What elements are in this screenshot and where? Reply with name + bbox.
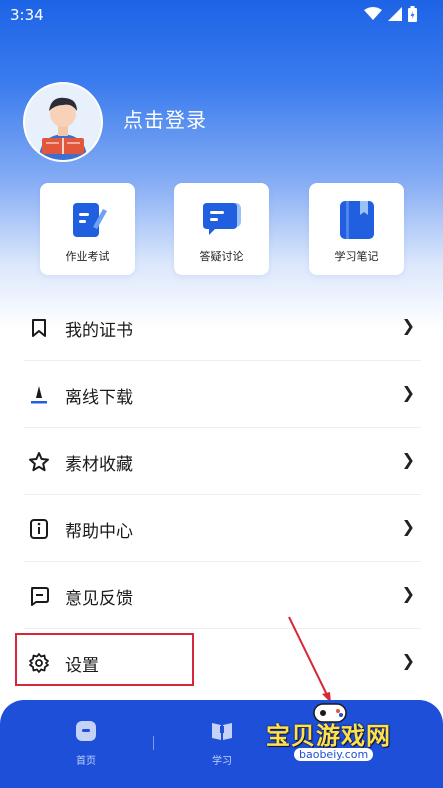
- header-background: [0, 0, 443, 330]
- quick-action-label: 答疑讨论: [199, 250, 244, 263]
- qa-discussion-icon: [199, 197, 245, 243]
- quick-action-homework-exam[interactable]: 作业考试: [40, 183, 135, 275]
- nav-divider: [153, 736, 154, 750]
- status-icons: [364, 6, 417, 26]
- status-bar: 3:34: [0, 0, 443, 30]
- settings-highlight-box: [15, 633, 194, 686]
- nav-label: 学习: [212, 756, 232, 767]
- homework-exam-icon: [65, 197, 111, 243]
- wifi-icon: [364, 7, 382, 25]
- nav-label: 首页: [76, 756, 96, 767]
- book-icon: [209, 718, 235, 744]
- bookmark-icon: [28, 317, 50, 339]
- login-link[interactable]: 点击登录: [123, 104, 207, 133]
- menu-item-favorites[interactable]: 素材收藏 ❯: [24, 428, 421, 495]
- chevron-right-icon: ❯: [401, 517, 415, 536]
- feedback-icon: [28, 585, 50, 607]
- menu-item-label: 离线下载: [65, 388, 133, 408]
- menu-item-label: 我的证书: [65, 321, 133, 341]
- menu-item-help-center[interactable]: 帮助中心 ❯: [24, 495, 421, 562]
- menu-item-offline-download[interactable]: 离线下载 ❯: [24, 361, 421, 428]
- avatar[interactable]: [23, 82, 103, 162]
- star-icon: [28, 451, 50, 473]
- watermark: 宝贝游戏网 baobeiy.com: [266, 698, 416, 770]
- info-icon: [28, 518, 50, 540]
- download-icon: [28, 384, 50, 406]
- nav-item-study[interactable]: 学习: [192, 718, 252, 767]
- watermark-url: baobeiy.com: [294, 748, 374, 761]
- study-notes-icon: [334, 197, 380, 243]
- home-icon: [73, 718, 99, 744]
- menu-item-label: 素材收藏: [65, 455, 133, 475]
- chevron-right-icon: ❯: [401, 383, 415, 402]
- quick-action-qa-discussion[interactable]: 答疑讨论: [174, 183, 269, 275]
- signal-icon: [388, 7, 402, 25]
- watermark-title: 宝贝游戏网: [266, 722, 391, 750]
- menu-item-label: 帮助中心: [65, 522, 133, 542]
- chevron-right-icon: ❯: [401, 651, 415, 670]
- quick-action-label: 学习笔记: [334, 250, 379, 263]
- battery-icon: [408, 6, 417, 26]
- chevron-right-icon: ❯: [401, 316, 415, 335]
- quick-action-study-notes[interactable]: 学习笔记: [309, 183, 404, 275]
- status-time: 3:34: [10, 6, 44, 24]
- menu-item-feedback[interactable]: 意见反馈 ❯: [24, 562, 421, 629]
- quick-action-label: 作业考试: [65, 250, 110, 263]
- chevron-right-icon: ❯: [401, 450, 415, 469]
- menu-item-certificates[interactable]: 我的证书 ❯: [24, 294, 421, 361]
- nav-item-home[interactable]: 首页: [56, 718, 116, 767]
- chevron-right-icon: ❯: [401, 584, 415, 603]
- menu-item-label: 意见反馈: [65, 589, 133, 609]
